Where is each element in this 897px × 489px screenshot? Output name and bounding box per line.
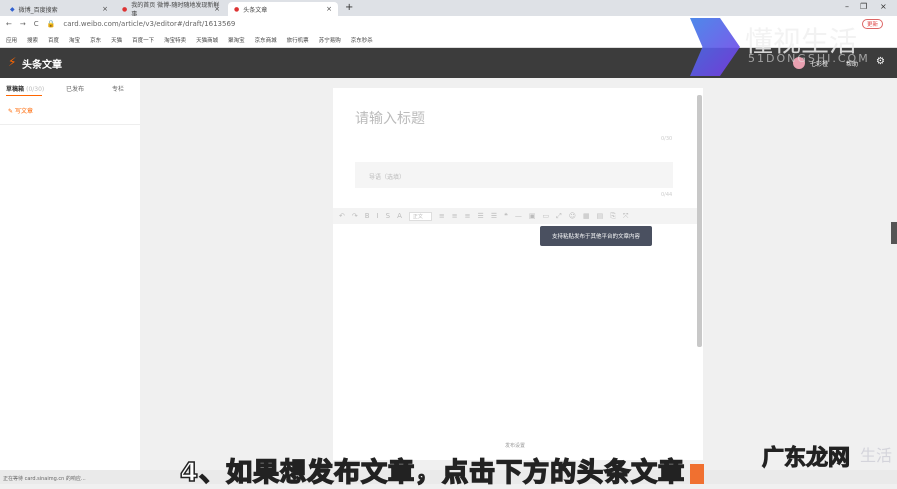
- bookmark[interactable]: 旅行机票: [287, 36, 309, 44]
- watermark-bottom-sub: 生活: [860, 446, 893, 465]
- tooltip: 支持粘贴发布于其他平台的文章内容: [540, 226, 652, 246]
- sidebar: 草稿箱 (0/30) 已发布 专栏 ✎ 写文章: [0, 78, 140, 470]
- tab-published[interactable]: 已发布: [66, 84, 84, 93]
- browser-tab-bar: ◆ 微博_百度搜索 × ● 我的首页 微博-随时随地发现新鲜事 × ● 头条文章 × + –…: [0, 0, 897, 18]
- baidu-icon: ◆: [10, 5, 15, 13]
- restore-button[interactable]: ❐: [860, 2, 867, 11]
- bookmark[interactable]: 应用: [6, 36, 17, 44]
- publish-settings[interactable]: 发布设置: [505, 442, 525, 449]
- paste-icon[interactable]: ▤: [597, 212, 604, 220]
- ordered-list-icon[interactable]: ☰: [478, 212, 484, 220]
- link-icon[interactable]: ⤢: [556, 212, 562, 221]
- back-icon[interactable]: ←: [6, 20, 12, 28]
- close-tab-icon[interactable]: ×: [326, 5, 332, 13]
- title-input[interactable]: 请输入标题: [355, 108, 425, 128]
- bookmark[interactable]: 天猫商城: [196, 36, 218, 44]
- bookmark[interactable]: 天猫: [111, 36, 122, 44]
- tab-drafts[interactable]: 草稿箱 (0/30): [6, 84, 44, 93]
- bookmark[interactable]: 聚淘宝: [228, 36, 245, 44]
- bookmark[interactable]: 搜索: [27, 36, 38, 44]
- browser-tab-active[interactable]: ● 头条文章 ×: [228, 2, 338, 16]
- emoji-icon[interactable]: ☺: [569, 212, 576, 220]
- reload-icon[interactable]: C: [34, 20, 39, 28]
- side-handle[interactable]: [891, 222, 897, 244]
- strikethrough-icon[interactable]: S: [386, 212, 390, 220]
- video-icon[interactable]: ▭: [543, 212, 550, 220]
- watermark-bottom: 广东龙网: [761, 446, 851, 472]
- bookmark[interactable]: 百度: [48, 36, 59, 44]
- italic-icon[interactable]: I: [377, 212, 379, 220]
- app-title: 头条文章: [22, 60, 62, 71]
- update-button[interactable]: 更新: [862, 19, 884, 29]
- align-center-icon[interactable]: ≡: [452, 212, 458, 220]
- fullscreen-icon[interactable]: ⤧: [623, 212, 629, 221]
- weibo-icon: ●: [234, 5, 240, 13]
- unordered-list-icon[interactable]: ☰: [491, 212, 497, 220]
- bookmark[interactable]: 京东: [90, 36, 101, 44]
- watermark-subtext: 51DONGSHI.COM: [748, 52, 870, 65]
- title-count: 0/30: [661, 136, 673, 142]
- lock-icon: 🔒: [46, 20, 56, 28]
- bookmark[interactable]: 淘宝: [69, 36, 80, 44]
- browser-tab[interactable]: ● 我的首页 微博-随时随地发现新鲜事 ×: [116, 2, 226, 18]
- quote-icon[interactable]: ❝: [504, 212, 508, 220]
- summary-count: 0/44: [661, 192, 673, 198]
- close-tab-icon[interactable]: ×: [214, 5, 220, 13]
- bookmark[interactable]: 京东商城: [255, 36, 277, 44]
- redo-icon[interactable]: ↷: [352, 212, 358, 220]
- import-icon[interactable]: ⎘: [610, 212, 616, 221]
- bookmark[interactable]: 百度一下: [132, 36, 154, 44]
- close-tab-icon[interactable]: ×: [102, 5, 108, 13]
- minimize-button[interactable]: –: [845, 2, 849, 11]
- url-input[interactable]: card.weibo.com/article/v3/editor#/draft/…: [63, 20, 235, 28]
- bold-icon[interactable]: B: [365, 212, 370, 220]
- video-caption: 4、如果想发布文章，点击下方的头条文章: [179, 457, 686, 489]
- new-tab-button[interactable]: +: [345, 2, 353, 13]
- font-size-icon[interactable]: A: [397, 212, 402, 220]
- scrollbar[interactable]: [697, 95, 702, 347]
- forward-icon[interactable]: →: [20, 20, 26, 28]
- status-text: 正在等待 card.sinaimg.cn 的响应...: [3, 476, 86, 482]
- image-icon[interactable]: ▣: [529, 212, 536, 220]
- divider: [0, 124, 140, 125]
- editor-toolbar: ↶ ↷ BISA 正文 ≡ ≡ ≡ ☰ ☰ ❝ — ▣ ▭ ⤢ ☺ ▦ ▤ ⎘ ⤧: [333, 208, 697, 224]
- bookmark[interactable]: 淘宝特卖: [164, 36, 186, 44]
- tab-column[interactable]: 专栏: [112, 84, 124, 93]
- divider-icon[interactable]: —: [515, 212, 522, 220]
- weibo-icon: ●: [122, 5, 128, 13]
- align-right-icon[interactable]: ≡: [465, 212, 471, 220]
- undo-icon[interactable]: ↶: [339, 212, 345, 220]
- table-icon[interactable]: ▦: [583, 212, 590, 220]
- gear-icon[interactable]: ⚙: [876, 56, 885, 67]
- editor-card: 请输入标题 0/30 导语（选填） 0/44 ↶ ↷ BISA 正文 ≡ ≡ ≡ ☰ ☰…: [333, 88, 703, 460]
- browser-tab[interactable]: ◆ 微博_百度搜索 ×: [4, 2, 114, 16]
- active-tab-indicator: [6, 95, 42, 96]
- lightning-icon: ⚡: [8, 55, 17, 69]
- publish-tab[interactable]: [690, 464, 704, 484]
- align-left-icon[interactable]: ≡: [439, 212, 445, 220]
- bookmark[interactable]: 京东秒杀: [351, 36, 373, 44]
- summary-input[interactable]: 导语（选填）: [355, 162, 673, 188]
- pencil-icon: ✎: [8, 108, 14, 115]
- bookmark[interactable]: 苏宁易购: [319, 36, 341, 44]
- close-window-button[interactable]: ×: [880, 2, 887, 11]
- font-select[interactable]: 正文: [408, 211, 432, 221]
- write-article-button[interactable]: ✎ 写文章: [8, 106, 33, 115]
